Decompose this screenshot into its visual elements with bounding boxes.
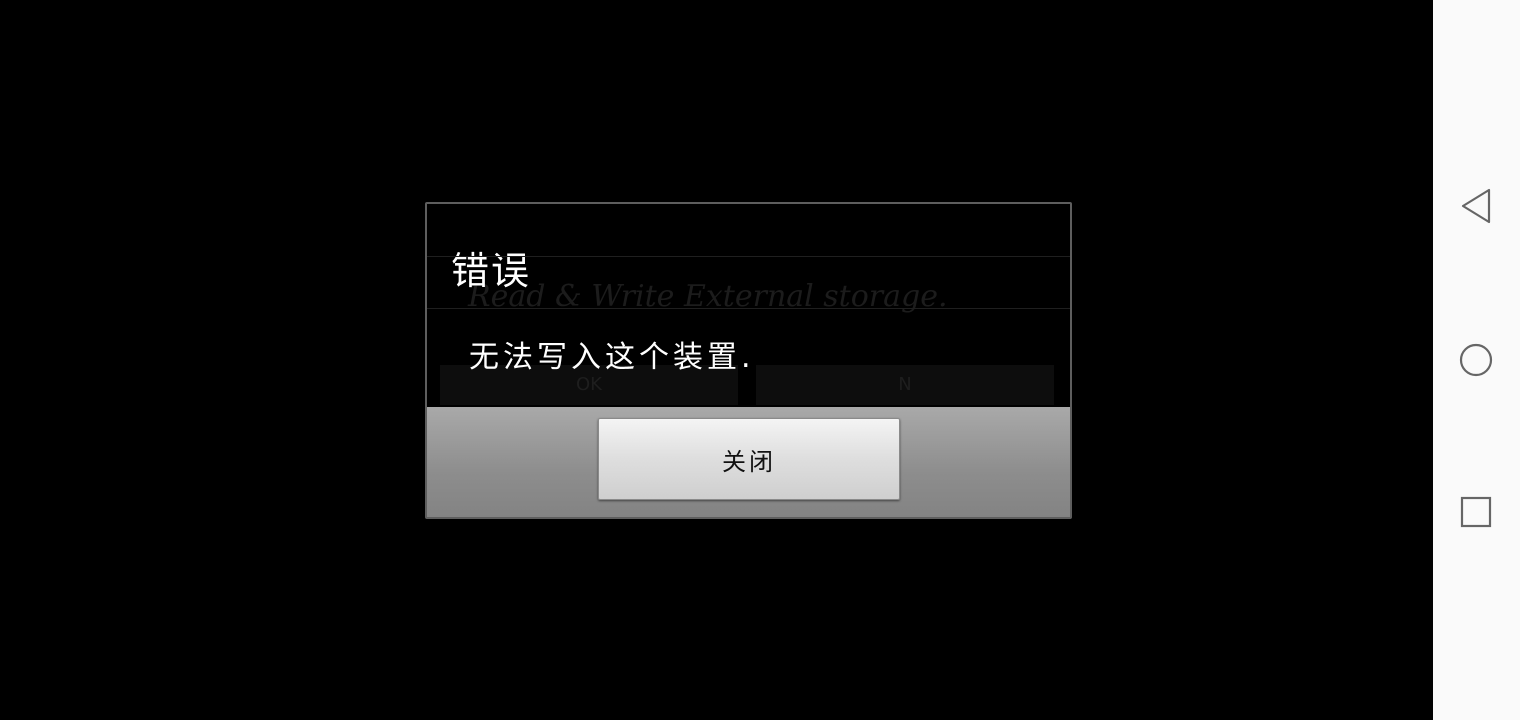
app-screen: Read & Write External storage. OK N 错误 无…: [0, 0, 1433, 720]
home-button[interactable]: [1451, 335, 1501, 385]
divider: [427, 256, 1070, 257]
back-button[interactable]: [1451, 181, 1501, 231]
dialog-message: 无法写入这个装置.: [469, 340, 755, 375]
system-navigation-bar: [1433, 0, 1520, 720]
home-icon: [1459, 343, 1493, 377]
error-dialog: 错误 无法写入这个装置. 关闭: [425, 202, 1072, 519]
back-icon: [1461, 188, 1491, 224]
recents-button[interactable]: [1451, 487, 1501, 537]
close-button[interactable]: 关闭: [598, 418, 900, 500]
recents-icon: [1460, 496, 1492, 528]
divider: [427, 308, 1070, 309]
dialog-button-bar: 关闭: [427, 407, 1070, 517]
dialog-title: 错误: [451, 249, 532, 293]
